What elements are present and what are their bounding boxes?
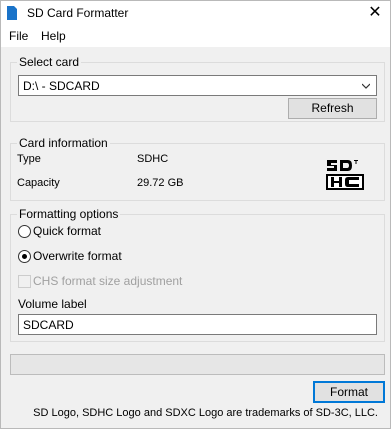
quick-format-radio[interactable] [18,225,31,238]
card-info-group: Card information Type SDHC Capacity 29.7… [10,136,385,201]
card-select-value: D:\ - SDCARD [23,79,100,93]
window-title: SD Card Formatter [27,6,129,20]
capacity-label: Capacity [17,177,60,189]
radio-selected-dot [22,254,27,259]
type-value: SDHC [137,153,169,165]
sdhc-logo [326,160,364,190]
trademark-notice: SD Logo, SDHC Logo and SDXC Logo are tra… [33,407,378,419]
overwrite-format-label[interactable]: Overwrite format [33,249,122,263]
title-bar: SD Card Formatter ✕ [1,1,390,27]
app-window: SD Card Formatter ✕ File Help Select car… [0,0,391,429]
formatting-options-title: Formatting options [17,207,121,221]
refresh-button[interactable]: Refresh [288,98,377,119]
card-select[interactable]: D:\ - SDCARD [18,75,377,96]
select-card-group: Select card D:\ - SDCARD Refresh [10,55,385,122]
menu-file[interactable]: File [9,29,28,43]
overwrite-format-radio[interactable] [18,250,31,263]
volume-label-input[interactable] [18,314,377,335]
volume-label-caption: Volume label [18,297,87,311]
menu-bar: File Help [1,27,390,47]
card-info-title: Card information [17,136,110,150]
format-progress-bar [10,354,385,375]
chs-adjustment-checkbox[interactable] [18,275,31,288]
chevron-down-icon [362,83,370,89]
menu-help[interactable]: Help [41,29,66,43]
close-button[interactable]: ✕ [360,1,390,27]
formatting-options-group: Formatting options Quick format Overwrit… [10,207,385,342]
type-label: Type [17,153,41,165]
quick-format-label[interactable]: Quick format [33,224,101,238]
select-card-title: Select card [17,55,82,69]
chs-adjustment-label[interactable]: CHS format size adjustment [33,274,182,288]
sd-card-icon [7,6,17,20]
format-button[interactable]: Format [313,381,385,403]
capacity-value: 29.72 GB [137,177,184,189]
